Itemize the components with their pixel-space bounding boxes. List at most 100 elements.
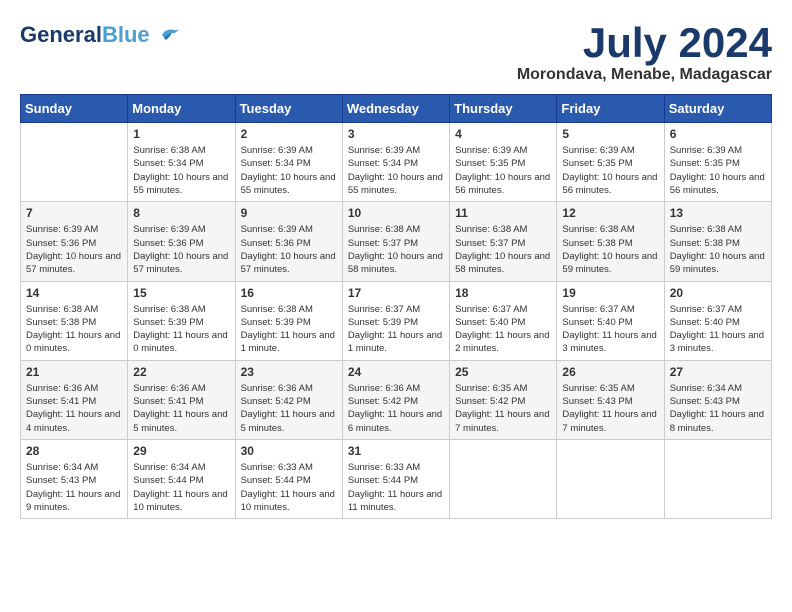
day-info: Sunrise: 6:36 AM Sunset: 5:41 PM Dayligh… [26,382,122,435]
calendar-cell-w1-d2: 1 Sunrise: 6:38 AM Sunset: 5:34 PM Daylig… [128,123,235,202]
calendar-cell-w2-d1: 7 Sunrise: 6:39 AM Sunset: 5:36 PM Daylig… [21,202,128,281]
day-number: 7 [26,206,122,220]
day-number: 21 [26,365,122,379]
header-tuesday: Tuesday [235,95,342,123]
calendar-cell-w5-d5 [450,439,557,518]
calendar-cell-w4-d4: 24 Sunrise: 6:36 AM Sunset: 5:42 PM Dayli… [342,360,449,439]
calendar-cell-w4-d6: 26 Sunrise: 6:35 AM Sunset: 5:43 PM Dayli… [557,360,664,439]
day-number: 2 [241,127,337,141]
day-info: Sunrise: 6:38 AM Sunset: 5:38 PM Dayligh… [562,223,658,276]
title-block: July 2024 Morondava, Menabe, Madagascar [517,20,772,84]
calendar-cell-w4-d1: 21 Sunrise: 6:36 AM Sunset: 5:41 PM Dayli… [21,360,128,439]
day-info: Sunrise: 6:36 AM Sunset: 5:42 PM Dayligh… [241,382,337,435]
calendar-cell-w4-d2: 22 Sunrise: 6:36 AM Sunset: 5:41 PM Dayli… [128,360,235,439]
day-number: 15 [133,286,229,300]
header-saturday: Saturday [664,95,771,123]
day-number: 5 [562,127,658,141]
calendar-cell-w2-d2: 8 Sunrise: 6:39 AM Sunset: 5:36 PM Daylig… [128,202,235,281]
day-info: Sunrise: 6:33 AM Sunset: 5:44 PM Dayligh… [241,461,337,514]
header-monday: Monday [128,95,235,123]
calendar-week-2: 7 Sunrise: 6:39 AM Sunset: 5:36 PM Daylig… [21,202,772,281]
day-number: 1 [133,127,229,141]
day-info: Sunrise: 6:34 AM Sunset: 5:44 PM Dayligh… [133,461,229,514]
day-number: 8 [133,206,229,220]
month-title: July 2024 [517,20,772,66]
calendar-cell-w3-d6: 19 Sunrise: 6:37 AM Sunset: 5:40 PM Dayli… [557,281,664,360]
calendar-cell-w3-d2: 15 Sunrise: 6:38 AM Sunset: 5:39 PM Dayli… [128,281,235,360]
day-info: Sunrise: 6:38 AM Sunset: 5:34 PM Dayligh… [133,144,229,197]
logo: GeneralBlue [20,20,184,50]
header-thursday: Thursday [450,95,557,123]
calendar-cell-w3-d1: 14Sunrise: 6:38 AM Sunset: 5:38 PM Dayli… [21,281,128,360]
calendar-cell-w4-d3: 23 Sunrise: 6:36 AM Sunset: 5:42 PM Dayli… [235,360,342,439]
day-number: 24 [348,365,444,379]
calendar-header-row: Sunday Monday Tuesday Wednesday Thursday… [21,95,772,123]
location-title: Morondava, Menabe, Madagascar [517,66,772,84]
calendar-cell-w2-d7: 13 Sunrise: 6:38 AM Sunset: 5:38 PM Dayli… [664,202,771,281]
day-info: Sunrise: 6:37 AM Sunset: 5:39 PM Dayligh… [348,303,444,356]
calendar-cell-w2-d4: 10Sunrise: 6:38 AM Sunset: 5:37 PM Dayli… [342,202,449,281]
day-number: 23 [241,365,337,379]
day-info: Sunrise: 6:39 AM Sunset: 5:35 PM Dayligh… [670,144,766,197]
day-info: Sunrise: 6:39 AM Sunset: 5:36 PM Dayligh… [133,223,229,276]
calendar-cell-w1-d5: 4 Sunrise: 6:39 AM Sunset: 5:35 PM Daylig… [450,123,557,202]
day-info: Sunrise: 6:38 AM Sunset: 5:39 PM Dayligh… [133,303,229,356]
day-info: Sunrise: 6:38 AM Sunset: 5:39 PM Dayligh… [241,303,337,356]
day-info: Sunrise: 6:36 AM Sunset: 5:42 PM Dayligh… [348,382,444,435]
day-number: 25 [455,365,551,379]
day-info: Sunrise: 6:39 AM Sunset: 5:34 PM Dayligh… [348,144,444,197]
day-number: 22 [133,365,229,379]
day-info: Sunrise: 6:35 AM Sunset: 5:42 PM Dayligh… [455,382,551,435]
calendar-cell-w1-d3: 2 Sunrise: 6:39 AM Sunset: 5:34 PM Daylig… [235,123,342,202]
calendar-week-4: 21 Sunrise: 6:36 AM Sunset: 5:41 PM Dayli… [21,360,772,439]
calendar-cell-w5-d1: 28Sunrise: 6:34 AM Sunset: 5:43 PM Dayli… [21,439,128,518]
logo-text: GeneralBlue [20,24,150,46]
day-number: 19 [562,286,658,300]
day-number: 28 [26,444,122,458]
day-number: 16 [241,286,337,300]
day-info: Sunrise: 6:38 AM Sunset: 5:37 PM Dayligh… [455,223,551,276]
day-info: Sunrise: 6:39 AM Sunset: 5:34 PM Dayligh… [241,144,337,197]
day-number: 31 [348,444,444,458]
day-info: Sunrise: 6:39 AM Sunset: 5:36 PM Dayligh… [26,223,122,276]
calendar-cell-w4-d7: 27Sunrise: 6:34 AM Sunset: 5:43 PM Dayli… [664,360,771,439]
calendar-cell-w3-d4: 17 Sunrise: 6:37 AM Sunset: 5:39 PM Dayli… [342,281,449,360]
calendar-cell-w5-d3: 30 Sunrise: 6:33 AM Sunset: 5:44 PM Dayli… [235,439,342,518]
day-number: 18 [455,286,551,300]
logo-bird-icon [154,20,184,50]
day-number: 20 [670,286,766,300]
day-number: 26 [562,365,658,379]
day-info: Sunrise: 6:38 AM Sunset: 5:38 PM Dayligh… [670,223,766,276]
calendar-cell-w4-d5: 25 Sunrise: 6:35 AM Sunset: 5:42 PM Dayli… [450,360,557,439]
day-info: Sunrise: 6:35 AM Sunset: 5:43 PM Dayligh… [562,382,658,435]
calendar-cell-w2-d3: 9 Sunrise: 6:39 AM Sunset: 5:36 PM Daylig… [235,202,342,281]
calendar-cell-w3-d5: 18 Sunrise: 6:37 AM Sunset: 5:40 PM Dayli… [450,281,557,360]
day-info: Sunrise: 6:37 AM Sunset: 5:40 PM Dayligh… [562,303,658,356]
day-number: 10 [348,206,444,220]
calendar-table: Sunday Monday Tuesday Wednesday Thursday… [20,94,772,519]
day-number: 9 [241,206,337,220]
page-container: GeneralBlue July 2024 Morondava, Menabe,… [20,20,772,519]
calendar-cell-w5-d7 [664,439,771,518]
calendar-cell-w1-d1 [21,123,128,202]
day-number: 30 [241,444,337,458]
calendar-cell-w3-d3: 16 Sunrise: 6:38 AM Sunset: 5:39 PM Dayli… [235,281,342,360]
day-number: 29 [133,444,229,458]
header-sunday: Sunday [21,95,128,123]
calendar-week-3: 14Sunrise: 6:38 AM Sunset: 5:38 PM Dayli… [21,281,772,360]
day-number: 13 [670,206,766,220]
calendar-cell-w5-d6 [557,439,664,518]
calendar-week-1: 1 Sunrise: 6:38 AM Sunset: 5:34 PM Daylig… [21,123,772,202]
day-info: Sunrise: 6:39 AM Sunset: 5:35 PM Dayligh… [455,144,551,197]
day-number: 14 [26,286,122,300]
day-number: 17 [348,286,444,300]
calendar-cell-w1-d7: 6Sunrise: 6:39 AM Sunset: 5:35 PM Daylig… [664,123,771,202]
header-friday: Friday [557,95,664,123]
day-info: Sunrise: 6:39 AM Sunset: 5:36 PM Dayligh… [241,223,337,276]
calendar-cell-w1-d4: 3 Sunrise: 6:39 AM Sunset: 5:34 PM Daylig… [342,123,449,202]
day-info: Sunrise: 6:34 AM Sunset: 5:43 PM Dayligh… [670,382,766,435]
day-info: Sunrise: 6:37 AM Sunset: 5:40 PM Dayligh… [455,303,551,356]
day-number: 3 [348,127,444,141]
day-number: 4 [455,127,551,141]
day-info: Sunrise: 6:36 AM Sunset: 5:41 PM Dayligh… [133,382,229,435]
